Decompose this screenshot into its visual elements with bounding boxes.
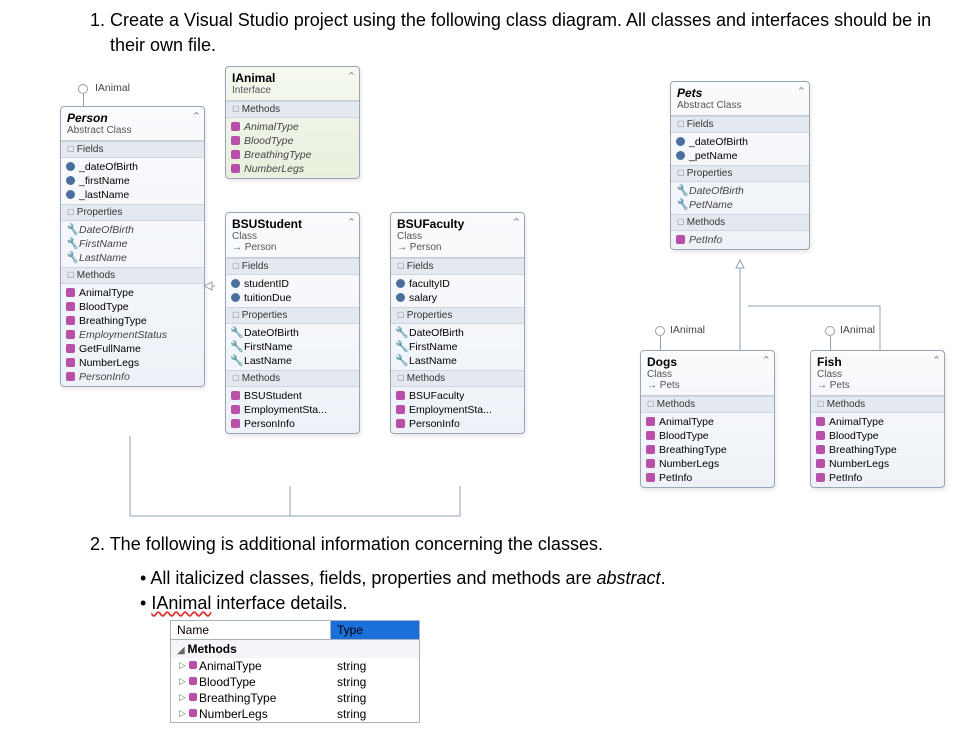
member-breathingtype: BreathingType [63,314,202,328]
member-employmentsta: EmploymentSta... [228,403,357,417]
member-bsufaculty: BSUFaculty [393,389,522,403]
connector-line [660,336,661,350]
question-1-text: 1. Create a Visual Studio project using … [110,8,953,58]
member-bsustudent: BSUStudent [228,389,357,403]
member-firstname: 🔧FirstName [63,237,202,251]
lollipop-icon [825,326,835,336]
member-_dateofbirth: _dateOfBirth [673,135,807,149]
member-bloodtype: BloodType [643,429,772,443]
member-breathingtype: BreathingType [228,148,357,162]
member-numberlegs: NumberLegs [643,457,772,471]
member-bloodtype: BloodType [228,134,357,148]
member-lastname: 🔧LastName [63,251,202,265]
bullet-1: All italicized classes, fields, properti… [140,566,953,591]
member-dateofbirth: 🔧DateOfBirth [228,326,357,340]
bullet-2-ianimal: IAnimal [151,593,211,613]
member-animaltype: AnimalType [228,120,357,134]
member-bloodtype: BloodType [63,300,202,314]
member-tuitiondue: tuitionDue [228,291,357,305]
member-personinfo: PersonInfo [228,417,357,431]
bullet-1-italic: abstract [597,568,661,588]
connector-line [83,94,84,106]
table-row: BreathingTypestring [171,690,419,706]
class-bsufaculty: BSUFacultyClass→ Person⌃FieldsfacultyIDs… [390,212,525,434]
member-lastname: 🔧LastName [228,354,357,368]
member-personinfo: PersonInfo [63,370,202,384]
class-fish: FishClass→ Pets⌃MethodsAnimalTypeBloodTy… [810,350,945,488]
lollipop-icon [655,326,665,336]
method-icon [189,661,197,669]
class-dogs: DogsClass→ Pets⌃MethodsAnimalTypeBloodTy… [640,350,775,488]
member-dateofbirth: 🔧DateOfBirth [393,326,522,340]
lollipop-label: IAnimal [95,82,130,94]
collapse-chevron-icon[interactable]: ⌃ [347,70,356,83]
table-header-name: Name [171,621,331,639]
class-pets: PetsAbstract Class⌃Fields_dateOfBirth_pe… [670,81,810,250]
collapse-chevron-icon[interactable]: ⌃ [762,354,771,367]
table-row: NumberLegsstring [171,706,419,722]
member-dateofbirth: 🔧DateOfBirth [673,184,807,198]
member-employmentsta: EmploymentSta... [393,403,522,417]
member-animaltype: AnimalType [813,415,942,429]
table-group-methods: Methods [171,640,419,658]
bullet-list: All italicized classes, fields, properti… [140,566,953,616]
member-breathingtype: BreathingType [643,443,772,457]
member-breathingtype: BreathingType [813,443,942,457]
member-employmentstatus: EmploymentStatus [63,328,202,342]
lollipop-label: IAnimal [840,324,875,336]
member-_petname: _petName [673,149,807,163]
lollipop-label: IAnimal [670,324,705,336]
member-dateofbirth: 🔧DateOfBirth [63,223,202,237]
member-firstname: 🔧FirstName [228,340,357,354]
collapse-chevron-icon[interactable]: ⌃ [932,354,941,367]
bullet-1-text: All italicized classes, fields, properti… [150,568,596,588]
collapse-chevron-icon[interactable]: ⌃ [797,85,806,98]
bullet-2: IAnimal interface details. [140,591,953,616]
member-firstname: 🔧FirstName [393,340,522,354]
table-header-type: Type [331,621,419,639]
member-numberlegs: NumberLegs [813,457,942,471]
method-icon [189,709,197,717]
collapse-chevron-icon[interactable]: ⌃ [192,110,201,123]
member-salary: salary [393,291,522,305]
class-bsustudent: BSUStudentClass→ Person⌃FieldsstudentIDt… [225,212,360,434]
member-getfullname: GetFullName [63,342,202,356]
member-animaltype: AnimalType [643,415,772,429]
member-petinfo: PetInfo [643,471,772,485]
class-ianimal: IAnimalInterface⌃MethodsAnimalTypeBloodT… [225,66,360,179]
table-row: BloodTypestring [171,674,419,690]
member-facultyid: facultyID [393,277,522,291]
member-_dateofbirth: _dateOfBirth [63,160,202,174]
member-bloodtype: BloodType [813,429,942,443]
class-diagram: IAnimalInterface⌃MethodsAnimalTypeBloodT… [20,66,950,526]
member-numberlegs: NumberLegs [63,356,202,370]
member-petinfo: PetInfo [813,471,942,485]
table-row: AnimalTypestring [171,658,419,674]
member-numberlegs: NumberLegs [228,162,357,176]
member-petname: 🔧PetName [673,198,807,212]
question-2-text: 2. The following is additional informati… [110,532,953,557]
member-studentid: studentID [228,277,357,291]
ianimal-detail-table: Name Type Methods AnimalTypestringBloodT… [170,620,420,723]
member-personinfo: PersonInfo [393,417,522,431]
lollipop-icon [78,84,88,94]
member-lastname: 🔧LastName [393,354,522,368]
member-_lastname: _lastName [63,188,202,202]
collapse-chevron-icon[interactable]: ⌃ [347,216,356,229]
member-_firstname: _firstName [63,174,202,188]
method-icon [189,677,197,685]
member-petinfo: PetInfo [673,233,807,247]
connector-line [830,336,831,350]
collapse-chevron-icon[interactable]: ⌃ [512,216,521,229]
method-icon [189,693,197,701]
class-person: PersonAbstract Class⌃Fields_dateOfBirth_… [60,106,205,387]
member-animaltype: AnimalType [63,286,202,300]
